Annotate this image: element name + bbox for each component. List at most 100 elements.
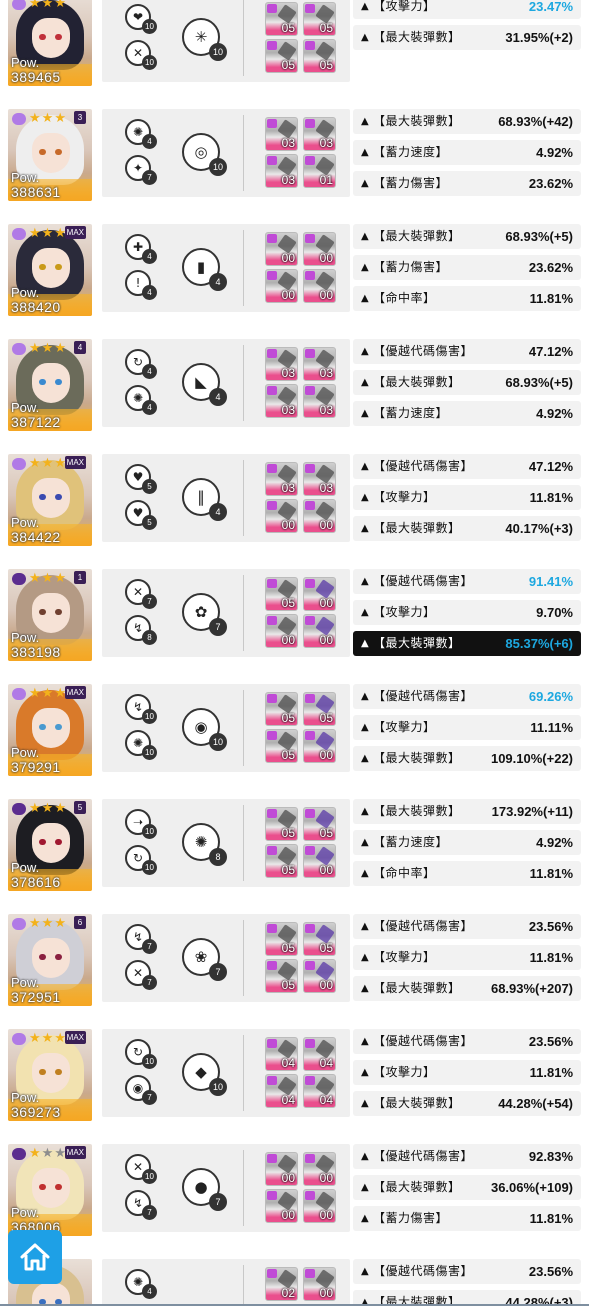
unit-row[interactable]: ★ ★ ★ 6 Pow. 372951 ↯ 7 ✕ 7 ❀ 7 05 05 05 00 ▲ 【優越代碼傷害】 23.… bbox=[0, 902, 589, 1017]
gear-slot[interactable]: 05 bbox=[265, 2, 298, 36]
burst-skill-icon[interactable]: ◉ 10 bbox=[182, 708, 227, 751]
gear-slot[interactable]: 00 bbox=[303, 577, 336, 611]
burst-skill-icon[interactable]: ✺ 8 bbox=[182, 823, 227, 866]
gear-slot[interactable]: 02 bbox=[265, 1267, 298, 1301]
burst-skill-icon[interactable]: ▮ 4 bbox=[182, 248, 227, 291]
gear-slot[interactable]: 03 bbox=[265, 154, 298, 188]
skill-1-icon[interactable]: ✕ 10 bbox=[125, 1154, 157, 1184]
gear-slot[interactable]: 00 bbox=[303, 1152, 336, 1186]
burst-skill-icon[interactable]: ◎ 10 bbox=[182, 133, 227, 176]
gear-slot[interactable]: 05 bbox=[265, 807, 298, 841]
skill-2-icon[interactable]: ↯ 7 bbox=[125, 1190, 157, 1220]
unit-portrait[interactable]: ★ ★ ★ 3 Pow. 388631 bbox=[8, 109, 92, 201]
gear-slot[interactable]: 00 bbox=[265, 232, 298, 266]
unit-row[interactable]: ★ ★ ★ MAX Pow. 384422 ♥ 5 ♥ 5 ‖ 4 03 03 00 00 ▲ 【優越代碼傷害】 4… bbox=[0, 442, 589, 557]
unit-row[interactable]: ✺ 4 02 00 ▲ 【優越代碼傷害】 23.56% ▲ 【最大裝彈數】 44.28%(+3) bbox=[0, 1247, 589, 1306]
gear-slot[interactable]: 00 bbox=[265, 499, 298, 533]
gear-slot[interactable]: 05 bbox=[265, 959, 298, 993]
skill-1-icon[interactable]: ✚ 4 bbox=[125, 234, 157, 264]
unit-portrait[interactable]: ★ ★ ★ MAX Pow. 379291 bbox=[8, 684, 92, 776]
skill-2-icon[interactable]: ✕ 7 bbox=[125, 960, 157, 990]
skill-1-icon[interactable]: ↯ 7 bbox=[125, 924, 157, 954]
skill-2-icon[interactable]: ↻ 10 bbox=[125, 845, 157, 875]
gear-slot[interactable]: 05 bbox=[303, 922, 336, 956]
gear-slot[interactable]: 00 bbox=[303, 1267, 336, 1301]
unit-portrait[interactable]: ★ ★ ★ 6 Pow. 372951 bbox=[8, 914, 92, 1006]
gear-slot[interactable]: 00 bbox=[303, 269, 336, 303]
gear-slot[interactable]: 03 bbox=[303, 384, 336, 418]
burst-skill-icon[interactable]: ◣ 4 bbox=[182, 363, 227, 406]
unit-portrait[interactable]: ★ ★ ★ MAX Pow. 388420 bbox=[8, 224, 92, 316]
gear-slot[interactable]: 03 bbox=[303, 117, 336, 151]
skill-1-icon[interactable]: ↻ 4 bbox=[125, 349, 157, 379]
gear-slot[interactable]: 05 bbox=[265, 922, 298, 956]
gear-slot[interactable]: 05 bbox=[303, 39, 336, 73]
skill-1-icon[interactable]: ↻ 10 bbox=[125, 1039, 157, 1069]
skill-2-icon[interactable]: ✺ 4 bbox=[125, 385, 157, 415]
gear-slot[interactable]: 05 bbox=[265, 729, 298, 763]
gear-slot[interactable]: 00 bbox=[265, 269, 298, 303]
gear-slot[interactable]: 05 bbox=[265, 692, 298, 726]
gear-slot[interactable]: 03 bbox=[303, 347, 336, 381]
skill-1-icon[interactable]: ➝ 10 bbox=[125, 809, 157, 839]
gear-slot[interactable]: 03 bbox=[265, 117, 298, 151]
burst-skill-icon[interactable]: ● 7 bbox=[182, 1168, 227, 1211]
unit-row[interactable]: ★ ★ ★ MAX Pow. 369273 ↻ 10 ◉ 7 ◆ 10 04 04 04 04 ▲ 【優越代碼傷害… bbox=[0, 1017, 589, 1132]
gear-slot[interactable]: 00 bbox=[265, 614, 298, 648]
skill-1-icon[interactable]: ❤ 10 bbox=[125, 4, 157, 34]
gear-slot[interactable]: 04 bbox=[303, 1074, 336, 1108]
unit-row[interactable]: ★ ★ ★ MAX Pow. 388420 ✚ 4 ! 4 ▮ 4 00 00 00 00 ▲ 【最大裝彈數】 68… bbox=[0, 212, 589, 327]
skill-1-icon[interactable]: ♥ 5 bbox=[125, 464, 157, 494]
gear-slot[interactable]: 00 bbox=[303, 614, 336, 648]
gear-slot[interactable]: 03 bbox=[265, 347, 298, 381]
unit-portrait[interactable]: ★ ★ ★ MAX Pow. 368006 bbox=[8, 1144, 92, 1236]
gear-slot[interactable]: 05 bbox=[303, 692, 336, 726]
burst-skill-icon[interactable]: ‖ 4 bbox=[182, 478, 227, 521]
gear-slot[interactable]: 05 bbox=[265, 577, 298, 611]
burst-skill-icon[interactable]: ❀ 7 bbox=[182, 938, 227, 981]
gear-slot[interactable]: 00 bbox=[303, 1189, 336, 1223]
gear-slot[interactable]: 00 bbox=[303, 729, 336, 763]
unit-portrait[interactable]: ★ ★ ★ MAX Pow. 384422 bbox=[8, 454, 92, 546]
skill-1-icon[interactable]: ✺ 4 bbox=[125, 119, 157, 149]
unit-row[interactable]: ★ ★ ★ Pow. 389465 ❤ 10 ✕ 10 ✳ 10 05 05 05 05 ▲ 【攻擊力】 23.4… bbox=[0, 0, 589, 97]
unit-portrait[interactable]: ★ ★ ★ MAX Pow. 369273 bbox=[8, 1029, 92, 1121]
unit-row[interactable]: ★ ★ ★ 5 Pow. 378616 ➝ 10 ↻ 10 ✺ 8 05 05 05 00 ▲ 【最大裝彈數】 17… bbox=[0, 787, 589, 902]
unit-portrait[interactable]: ★ ★ ★ 1 Pow. 383198 bbox=[8, 569, 92, 661]
unit-portrait[interactable]: ★ ★ ★ 5 Pow. 378616 bbox=[8, 799, 92, 891]
gear-slot[interactable]: 00 bbox=[265, 1189, 298, 1223]
skill-1-icon[interactable]: ✕ 7 bbox=[125, 579, 157, 609]
skill-2-icon[interactable]: ↯ 8 bbox=[125, 615, 157, 645]
gear-slot[interactable]: 00 bbox=[303, 499, 336, 533]
gear-slot[interactable]: 04 bbox=[265, 1074, 298, 1108]
unit-portrait[interactable]: ★ ★ ★ 4 Pow. 387122 bbox=[8, 339, 92, 431]
skill-2-icon[interactable]: ◉ 7 bbox=[125, 1075, 157, 1105]
unit-row[interactable]: ★ ★ ★ 3 Pow. 388631 ✺ 4 ✦ 7 ◎ 10 03 03 03 01 ▲ 【最大裝彈數】 68.… bbox=[0, 97, 589, 212]
burst-skill-icon[interactable]: ✿ 7 bbox=[182, 593, 227, 636]
gear-slot[interactable]: 00 bbox=[303, 959, 336, 993]
gear-slot[interactable]: 05 bbox=[265, 39, 298, 73]
unit-row[interactable]: ★ ★ ★ 4 Pow. 387122 ↻ 4 ✺ 4 ◣ 4 03 03 03 03 ▲ 【優越代碼傷害】 47.… bbox=[0, 327, 589, 442]
skill-1-icon[interactable]: ↯ 10 bbox=[125, 694, 157, 724]
gear-slot[interactable]: 03 bbox=[265, 462, 298, 496]
skill-2-icon[interactable]: ✦ 7 bbox=[125, 155, 157, 185]
gear-slot[interactable]: 05 bbox=[265, 844, 298, 878]
unit-row[interactable]: ★ ★ ★ MAX Pow. 379291 ↯ 10 ✺ 10 ◉ 10 05 05 05 00 ▲ 【優越代碼傷… bbox=[0, 672, 589, 787]
unit-row[interactable]: ★ ★ ★ 1 Pow. 383198 ✕ 7 ↯ 8 ✿ 7 05 00 00 00 ▲ 【優越代碼傷害】 91.… bbox=[0, 557, 589, 672]
gear-slot[interactable]: 04 bbox=[265, 1037, 298, 1071]
skill-2-icon[interactable]: ✕ 10 bbox=[125, 40, 157, 70]
burst-skill-icon[interactable]: ◆ 10 bbox=[182, 1053, 227, 1096]
gear-slot[interactable]: 00 bbox=[303, 232, 336, 266]
unit-portrait[interactable]: ★ ★ ★ Pow. 389465 bbox=[8, 0, 92, 86]
home-button[interactable] bbox=[8, 1230, 62, 1284]
gear-slot[interactable]: 04 bbox=[303, 1037, 336, 1071]
gear-slot[interactable]: 03 bbox=[303, 462, 336, 496]
gear-slot[interactable]: 01 bbox=[303, 154, 336, 188]
skill-2-icon[interactable]: ! 4 bbox=[125, 270, 157, 300]
gear-slot[interactable]: 03 bbox=[265, 384, 298, 418]
gear-slot[interactable]: 05 bbox=[303, 807, 336, 841]
gear-slot[interactable]: 05 bbox=[303, 2, 336, 36]
skill-2-icon[interactable]: ✺ 10 bbox=[125, 730, 157, 760]
gear-slot[interactable]: 00 bbox=[265, 1152, 298, 1186]
burst-skill-icon[interactable]: ✳ 10 bbox=[182, 18, 227, 61]
